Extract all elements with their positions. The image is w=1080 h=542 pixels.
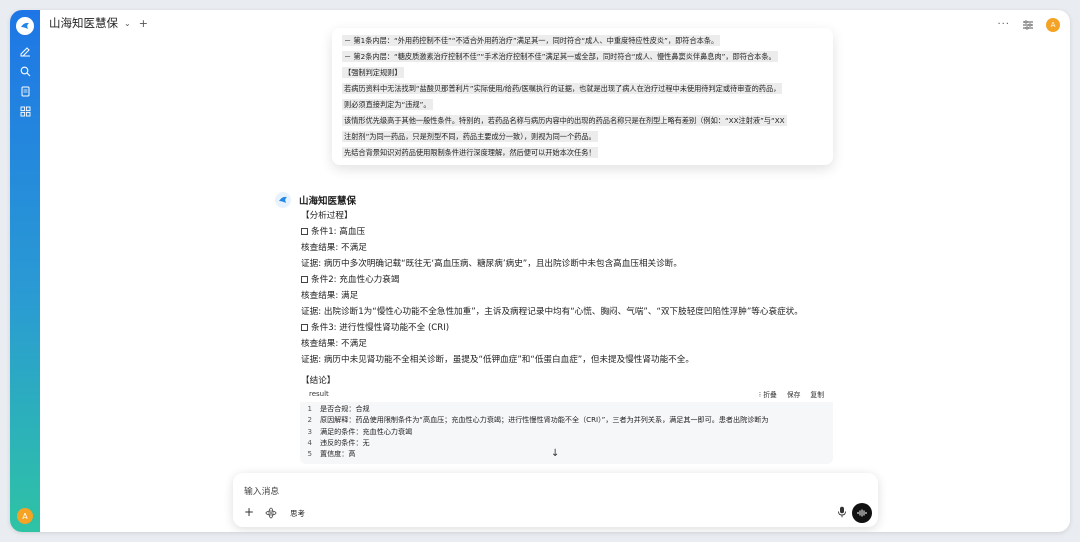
answer-line: 证据: 出院诊断1为“慢性心功能不全急性加重”，主诉及病程记录中均有“心慌、胸闷…	[301, 307, 803, 317]
answer-line: 证据: 病历中未见肾功能不全相关诊断，虽提及“低钾血症”和“低蛋白血症”，但未提…	[301, 355, 694, 365]
new-chat-button[interactable]: +	[139, 17, 148, 30]
voice-wave-icon[interactable]	[852, 503, 872, 523]
think-toggle[interactable]: 思考	[290, 508, 305, 519]
user-avatar-top[interactable]: A	[1046, 17, 1060, 32]
answer-line: 条件1: 高血压	[301, 224, 861, 240]
chevron-down-icon[interactable]: ⌄	[124, 19, 131, 28]
code-row: 4 违反的条件：无	[307, 437, 370, 447]
prompt-line: 若病历资料中无法找到“盐酸贝那普利片”实际使用/给药/医嘱执行的证据，也就是出现…	[342, 83, 783, 94]
checkbox-icon	[301, 228, 308, 235]
add-attachment-button[interactable]: +	[244, 505, 254, 519]
answer-line: 核查结果: 满足	[301, 291, 359, 301]
prompt-line: 先结合背景知识对药品使用限制条件进行深度理解，然后便可以开始本次任务！	[342, 147, 598, 158]
message-composer: 输入消息 + 思考	[233, 473, 878, 527]
code-row: 5 置信度：高	[307, 449, 356, 459]
save-button[interactable]: 保存	[787, 389, 801, 399]
code-body: 1 是否合规：合规 2 原因解释：药品使用限制条件为“高血压；充血性心力衰竭；进行性…	[300, 402, 833, 459]
prompt-line: 该情形优先级高于其他一般性条件。特别的，若药品名称与病历内容中的出现的药品名称只…	[342, 115, 787, 126]
answer-line: 【分析过程】	[301, 211, 353, 221]
code-block-header: result ⁝ 折叠 保存 复制	[300, 386, 833, 402]
left-rail: A	[10, 10, 40, 532]
settings-sliders-icon[interactable]	[1022, 15, 1034, 34]
answer-line: 核查结果: 不满足	[301, 243, 367, 253]
copy-button[interactable]: 复制	[810, 389, 824, 399]
code-row: 1 是否合规：合规	[307, 404, 370, 413]
prompt-line: － 第2条内层：“糖皮质激素治疗控制不佳”“手术治疗控制不佳”满足其一或全部，同…	[342, 51, 778, 62]
collapse-button[interactable]: ⁝ 折叠	[759, 389, 777, 399]
document-icon[interactable]	[18, 84, 32, 98]
more-icon[interactable]: ···	[997, 19, 1010, 30]
top-right-actions: ··· A	[997, 15, 1060, 34]
message-input[interactable]: 输入消息	[244, 484, 279, 497]
prompt-line: － 第1条内层：“外用药控制不佳”“不适合外用药治疗”满足其一，同时符合“成人、…	[342, 35, 721, 46]
result-code-block: result ⁝ 折叠 保存 复制 1 是否合规：合规 2 原因解释：药品使用限制条…	[300, 386, 833, 464]
arrow-down-icon[interactable]: ↓	[551, 448, 559, 459]
answer-line: 证据: 病历中多次明确记载“既往无‘高血压病、糖尿病’病史”，且出院诊断中未包含…	[301, 259, 682, 269]
code-row: 2 原因解释：药品使用限制条件为“高血压；充血性心力衰竭；进行性慢性肾功能不全（C…	[307, 415, 769, 425]
assistant-header: 山海知医慧保	[275, 192, 356, 208]
app-title[interactable]: 山海知医慧保	[49, 15, 118, 31]
user-avatar[interactable]: A	[17, 508, 33, 524]
app-window: A 山海知医慧保 ⌄ + ··· A － 第1条内层：“外用药控制不佳”“不适合…	[10, 10, 1070, 532]
answer-line: 条件2: 充血性心力衰竭	[301, 272, 861, 288]
code-language-label: result	[309, 390, 329, 398]
prompt-line: 【强制判定规则】	[342, 67, 404, 78]
assistant-logo-icon	[275, 192, 291, 208]
prompt-line: 注射剂”为同一药品，只是剂型不同，药品主要成分一致），则视为同一个药品。	[342, 131, 598, 142]
app-logo-icon[interactable]	[16, 17, 34, 35]
code-actions: ⁝ 折叠 保存 复制	[759, 389, 824, 399]
answer-line: 核查结果: 不满足	[301, 339, 367, 349]
search-icon[interactable]	[18, 64, 32, 78]
checkbox-icon	[301, 324, 308, 331]
assistant-answer: 【分析过程】 条件1: 高血压 核查结果: 不满足 证据: 病历中多次明确记载“…	[301, 208, 861, 389]
answer-line: 条件3: 进行性慢性肾功能不全 (CRI)	[301, 320, 861, 336]
assistant-name: 山海知医慧保	[299, 196, 357, 207]
checkbox-icon	[301, 276, 308, 283]
edit-icon[interactable]	[18, 44, 32, 58]
code-row: 3 满足的条件：充血性心力衰竭	[307, 426, 413, 436]
grid-icon[interactable]	[18, 104, 32, 118]
user-prompt-bubble: － 第1条内层：“外用药控制不佳”“不适合外用药治疗”满足其一，同时符合“成人、…	[332, 28, 833, 165]
prompt-line: 则必须直接判定为“违规”。	[342, 99, 433, 110]
